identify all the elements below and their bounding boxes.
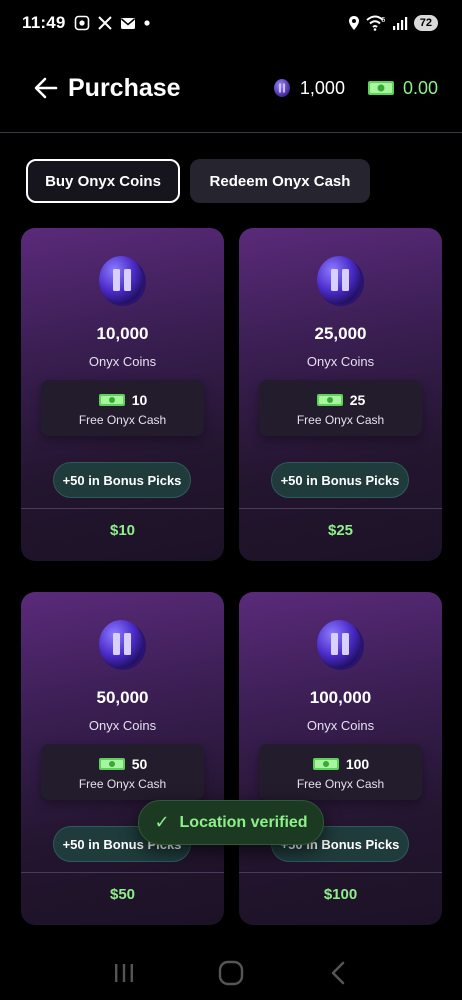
free-cash-label: Free Onyx Cash: [78, 413, 167, 427]
free-cash-value: 100: [345, 756, 370, 772]
free-cash-box: 25 Free Onyx Cash: [259, 380, 422, 436]
cash-icon: [98, 393, 126, 407]
home-icon[interactable]: [211, 953, 251, 993]
free-cash-label: Free Onyx Cash: [78, 777, 167, 791]
onyx-coin-icon: [315, 254, 367, 308]
coin-amount: 10,000: [96, 324, 149, 343]
x-logo-icon: [97, 16, 112, 30]
card-divider: [239, 872, 442, 873]
wifi-icon: 6: [366, 15, 386, 31]
card-divider: [239, 508, 442, 509]
free-cash-box: 100 Free Onyx Cash: [259, 744, 422, 800]
free-cash-box: 50 Free Onyx Cash: [41, 744, 204, 800]
coin-unit-label: Onyx Coins: [88, 718, 157, 733]
recent-apps-icon[interactable]: [104, 953, 144, 993]
coin-amount: 25,000: [314, 324, 367, 343]
coin-package-card[interactable]: 10,000 Onyx Coins 10 Free Onyx Cash +50 …: [21, 228, 224, 561]
dot-icon: [143, 20, 150, 26]
coin-unit-label: Onyx Coins: [88, 354, 157, 369]
cash-icon: [316, 393, 344, 407]
free-cash-value: 50: [131, 756, 148, 772]
price-button[interactable]: $100: [239, 886, 442, 903]
page-title: Purchase: [68, 73, 181, 102]
bonus-picks-badge: +50 in Bonus Picks: [271, 462, 409, 498]
mail-icon: [120, 17, 136, 30]
coin-unit-label: Onyx Coins: [306, 718, 375, 733]
cash-icon: [367, 80, 395, 96]
cash-icon: [98, 757, 126, 771]
back-arrow-icon[interactable]: [32, 74, 60, 102]
cash-icon: [312, 757, 340, 771]
free-cash-box: 10 Free Onyx Cash: [41, 380, 204, 436]
coin-amount: 100,000: [309, 688, 372, 707]
price-button[interactable]: $25: [239, 522, 442, 539]
free-cash-label: Free Onyx Cash: [296, 413, 385, 427]
coin-package-card[interactable]: 50,000 Onyx Coins 50 Free Onyx Cash +50 …: [21, 592, 224, 925]
coins-balance: 1,000: [299, 77, 345, 98]
balances: 1,000 0.00: [272, 78, 438, 99]
onyx-coin-icon: [97, 254, 149, 308]
header: Purchase 1,000 0.00: [0, 58, 462, 118]
tab-redeem-onyx-cash[interactable]: Redeem Onyx Cash: [190, 159, 370, 203]
onyx-coin-icon: [315, 618, 367, 672]
check-icon: ✓: [154, 812, 170, 832]
onyx-coin-icon: [97, 618, 149, 672]
price-button[interactable]: $10: [21, 522, 224, 539]
status-time: 11:49: [22, 13, 66, 32]
coin-unit-label: Onyx Coins: [306, 354, 375, 369]
coin-package-card[interactable]: 100,000 Onyx Coins 100 Free Onyx Cash +5…: [239, 592, 442, 925]
signal-icon: [392, 16, 408, 30]
tab-buy-onyx-coins[interactable]: Buy Onyx Coins: [26, 159, 180, 203]
coin-amount: 50,000: [96, 688, 149, 707]
free-cash-value: 10: [131, 392, 148, 408]
onyx-coin-icon: [272, 78, 292, 98]
card-divider: [21, 508, 224, 509]
battery-icon: 72: [413, 15, 438, 31]
screenshot-icon: [74, 15, 90, 31]
location-verified-toast: ✓ Location verified: [138, 800, 324, 845]
coin-package-card[interactable]: 25,000 Onyx Coins 25 Free Onyx Cash +50 …: [239, 228, 442, 561]
back-nav-icon[interactable]: [318, 953, 358, 993]
card-divider: [21, 872, 224, 873]
bonus-picks-badge: +50 in Bonus Picks: [53, 462, 191, 498]
toast-text: Location verified: [179, 813, 308, 831]
cash-balance: 0.00: [402, 77, 438, 98]
free-cash-label: Free Onyx Cash: [296, 777, 385, 791]
signal-badge: 6: [381, 16, 386, 24]
header-divider: [0, 132, 462, 133]
system-nav-bar: [0, 945, 462, 1000]
status-bar: 11:49 6 72: [0, 0, 462, 46]
price-button[interactable]: $50: [21, 886, 224, 903]
free-cash-value: 25: [349, 392, 366, 408]
location-icon: [348, 15, 360, 31]
